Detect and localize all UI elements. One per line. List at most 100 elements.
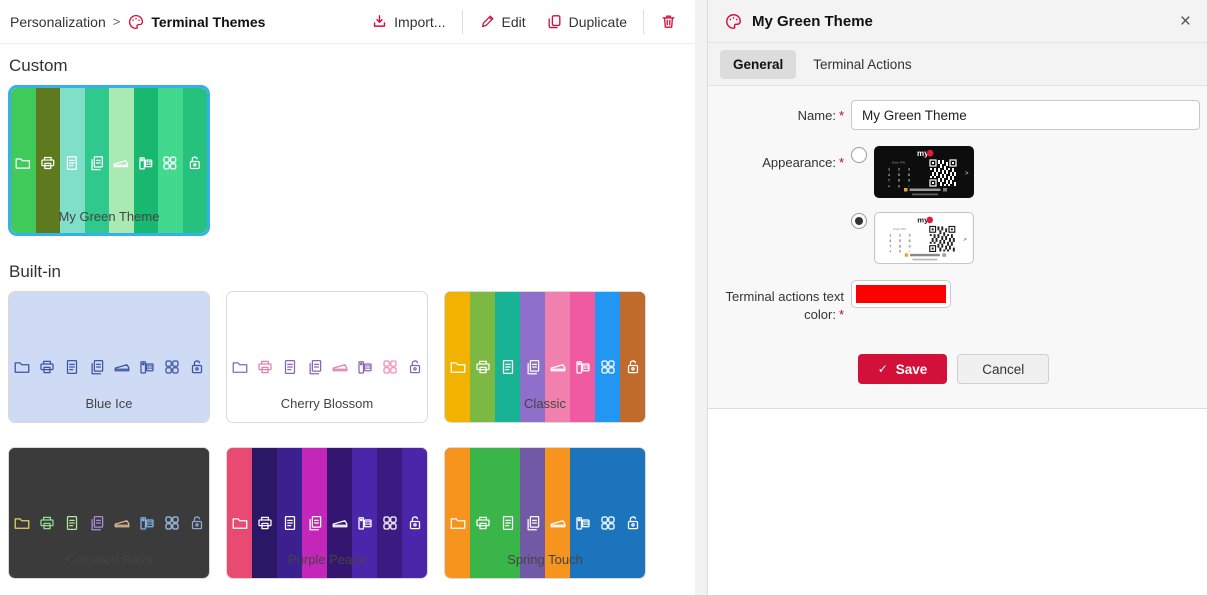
unlock-icon bbox=[620, 448, 645, 579]
cancel-button[interactable]: Cancel bbox=[957, 354, 1049, 384]
appearance-radio-light[interactable] bbox=[851, 213, 867, 229]
page-title: Terminal Themes bbox=[151, 14, 265, 30]
theme-details-panel: My Green Theme × General Terminal Action… bbox=[707, 0, 1207, 595]
appearance-preview-dark[interactable]: myEnter PIN123456789×0✓> bbox=[874, 146, 974, 198]
theme-thumbnail bbox=[11, 88, 207, 198]
section-title-builtin: Built-in bbox=[9, 262, 695, 282]
printer-icon bbox=[36, 88, 61, 236]
name-field-label: Name:* bbox=[708, 100, 844, 130]
save-label: Save bbox=[896, 362, 928, 377]
printer-icon bbox=[34, 292, 59, 423]
import-label: Import... bbox=[394, 14, 445, 30]
svg-text:9: 9 bbox=[908, 179, 910, 183]
theme-thumbnail bbox=[445, 448, 645, 540]
trash-icon bbox=[660, 13, 677, 30]
svg-text:1: 1 bbox=[889, 234, 891, 238]
terminal-actions-color-picker[interactable] bbox=[851, 280, 951, 308]
unlock-icon bbox=[620, 292, 645, 423]
fax-icon bbox=[134, 292, 159, 423]
svg-text:×: × bbox=[888, 184, 890, 188]
check-icon: ✓ bbox=[878, 362, 888, 376]
panel-tabs: General Terminal Actions bbox=[708, 43, 1207, 86]
svg-text:4: 4 bbox=[888, 173, 890, 177]
unlock-icon bbox=[184, 448, 209, 579]
theme-thumbnail bbox=[445, 292, 645, 384]
svg-text:2: 2 bbox=[898, 168, 900, 172]
form-actions: ✓ Save Cancel bbox=[708, 354, 1199, 384]
folder-icon bbox=[227, 292, 252, 423]
unlock-icon bbox=[183, 88, 208, 236]
svg-text:6: 6 bbox=[908, 173, 910, 177]
duplicate-label: Duplicate bbox=[569, 14, 627, 30]
printer-icon bbox=[470, 292, 495, 423]
panel-form: Name:* Appearance:* myEnter PIN123456789… bbox=[708, 86, 1207, 409]
close-icon[interactable]: × bbox=[1180, 12, 1191, 31]
folder-icon bbox=[9, 292, 34, 423]
terminal-actions-color-label: Terminal actions text color:* bbox=[708, 280, 844, 324]
breadcrumb-personalization[interactable]: Personalization bbox=[10, 14, 106, 30]
theme-thumbnail bbox=[9, 448, 209, 540]
theme-card[interactable]: Coloured Rays bbox=[8, 447, 210, 579]
unlock-icon bbox=[402, 448, 427, 579]
edit-pencil-icon bbox=[479, 13, 496, 30]
duplicate-button[interactable]: Duplicate bbox=[538, 7, 635, 36]
svg-text:6: 6 bbox=[909, 239, 911, 243]
appearance-options: myEnter PIN123456789×0✓> myEnter PIN1234… bbox=[851, 146, 1200, 264]
apps-grid-icon bbox=[159, 292, 184, 423]
duplicate-copy-icon bbox=[546, 13, 563, 30]
theme-card[interactable]: My Green Theme bbox=[8, 85, 210, 236]
apps-grid-icon bbox=[377, 448, 402, 579]
palette-icon bbox=[724, 12, 743, 31]
top-toolbar: Personalization > Terminal Themes Import… bbox=[0, 0, 695, 44]
name-input[interactable] bbox=[851, 100, 1200, 130]
theme-thumbnail bbox=[227, 448, 427, 540]
breadcrumb-current: Terminal Themes bbox=[127, 13, 265, 31]
theme-card[interactable]: Cherry Blossom bbox=[226, 291, 428, 423]
folder-icon bbox=[227, 448, 252, 579]
apps-grid-icon bbox=[159, 448, 184, 579]
toolbar-separator bbox=[643, 10, 644, 34]
palette-icon bbox=[127, 13, 145, 31]
svg-text:7: 7 bbox=[889, 244, 891, 248]
vertical-scrollbar[interactable] bbox=[695, 0, 707, 595]
tab-terminal-actions[interactable]: Terminal Actions bbox=[800, 50, 924, 79]
svg-text:0: 0 bbox=[898, 184, 900, 188]
svg-text:Enter PIN: Enter PIN bbox=[893, 227, 905, 231]
delete-button[interactable] bbox=[652, 7, 685, 36]
document-icon bbox=[59, 292, 84, 423]
unlock-icon bbox=[402, 292, 427, 423]
breadcrumb: Personalization > Terminal Themes bbox=[10, 13, 265, 31]
theme-thumbnail bbox=[9, 292, 209, 384]
section-title-custom: Custom bbox=[9, 56, 695, 76]
appearance-field-label: Appearance:* bbox=[708, 146, 844, 264]
theme-card[interactable]: Classic bbox=[444, 291, 646, 423]
svg-text:0: 0 bbox=[899, 250, 901, 254]
printer-icon bbox=[470, 448, 495, 579]
appearance-option-light[interactable]: myEnter PIN123456789×0✓> bbox=[851, 212, 1200, 264]
theme-card[interactable]: Purple Peace bbox=[226, 447, 428, 579]
save-button[interactable]: ✓ Save bbox=[858, 354, 948, 384]
apps-grid-icon bbox=[595, 292, 620, 423]
printer-icon bbox=[252, 292, 277, 423]
edit-label: Edit bbox=[502, 14, 526, 30]
appearance-preview-light[interactable]: myEnter PIN123456789×0✓> bbox=[874, 212, 974, 264]
import-button[interactable]: Import... bbox=[363, 7, 453, 36]
unlock-icon bbox=[184, 292, 209, 423]
theme-card[interactable]: Blue Ice bbox=[8, 291, 210, 423]
toolbar-separator bbox=[462, 10, 463, 34]
breadcrumb-separator: > bbox=[113, 14, 121, 29]
appearance-option-dark[interactable]: myEnter PIN123456789×0✓> bbox=[851, 146, 1200, 198]
svg-text:3: 3 bbox=[908, 168, 910, 172]
svg-text:Enter PIN: Enter PIN bbox=[892, 161, 905, 165]
toolbar-actions: Import... Edit Duplicate bbox=[363, 7, 685, 36]
svg-text:✓: ✓ bbox=[908, 250, 911, 254]
panel-header: My Green Theme × bbox=[708, 0, 1207, 43]
import-download-icon bbox=[371, 13, 388, 30]
edit-button[interactable]: Edit bbox=[471, 7, 534, 36]
tab-general[interactable]: General bbox=[720, 50, 796, 79]
appearance-radio-dark[interactable] bbox=[851, 147, 867, 163]
theme-card[interactable]: Spring Touch bbox=[444, 447, 646, 579]
svg-text:8: 8 bbox=[898, 179, 900, 183]
svg-text:9: 9 bbox=[909, 244, 911, 248]
printer-icon bbox=[252, 448, 277, 579]
